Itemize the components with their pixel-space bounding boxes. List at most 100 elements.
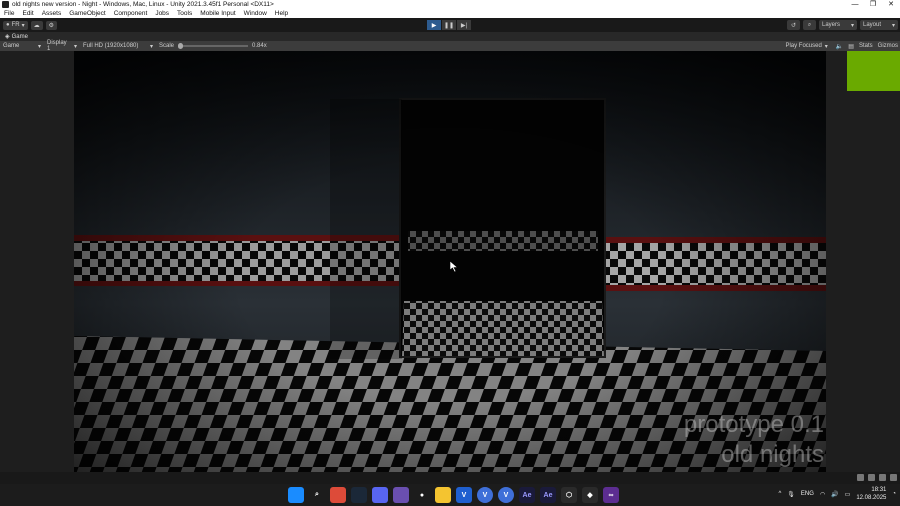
play-button[interactable]: ▶ [427, 20, 441, 30]
game-view-controls: Game ▾ Display 1 ▾ Full HD (1920x1080) ▾… [0, 40, 900, 52]
chevron-down-icon: ▾ [73, 43, 77, 50]
mute-audio-icon[interactable]: 🔈 [836, 43, 843, 50]
layout-dropdown[interactable]: Layout ▾ [860, 20, 898, 30]
cloud-icon: ☁ [33, 22, 40, 29]
battery-icon[interactable]: ▭ [845, 491, 851, 498]
wifi-icon[interactable]: ◠ [820, 491, 825, 498]
scale-slider-handle[interactable] [178, 43, 184, 49]
window-controls: — ❐ ✕ [846, 0, 900, 9]
menu-file[interactable]: File [0, 10, 18, 17]
view-select[interactable]: Game ▾ [0, 43, 44, 50]
console-warning-icon[interactable] [857, 474, 864, 481]
visual-studio-icon[interactable]: ∞ [603, 487, 619, 503]
main-toolbar: ● FR ▾ ☁ ⚙ ▶ ❚❚ ▶| ↺ ⌕ Layers ▾ Layout ▾ [0, 18, 900, 32]
windows-start-icon[interactable] [288, 487, 304, 503]
windows-taskbar: ⌕ ● V V V Ae Ae ⬡ ◆ ∞ ^ 🎙 ENG ◠ 🔊 ▭ 18:3… [0, 484, 900, 506]
clock[interactable]: 18:31 12.08.2025 [856, 486, 886, 502]
v-app-icon-1[interactable]: V [477, 487, 493, 503]
status-icons [857, 474, 897, 481]
title-bar: old nights new version - Night - Windows… [0, 0, 900, 9]
stats-toggle[interactable]: Stats [859, 43, 873, 49]
restore-button[interactable]: ❐ [864, 0, 882, 9]
play-mode-value: Play Focused [785, 43, 822, 49]
game-view-options: Play Focused ▾ 🔈 ▤ Stats Gizmos [782, 41, 898, 51]
tab-game-label: Game [11, 33, 28, 40]
history-button[interactable]: ↺ [787, 20, 800, 30]
chevron-up-icon[interactable]: ^ [778, 491, 781, 497]
step-button[interactable]: ▶| [457, 20, 471, 30]
discord-icon[interactable] [372, 487, 388, 503]
menu-mobile-input[interactable]: Mobile Input [196, 10, 239, 17]
menu-edit[interactable]: Edit [18, 10, 37, 17]
microphone-icon[interactable]: 🎙 [787, 491, 795, 498]
steam-icon[interactable] [351, 487, 367, 503]
color-swatch [847, 51, 900, 91]
resolution-select[interactable]: Full HD (1920x1080) ▾ [80, 43, 156, 50]
taskbar-apps: ⌕ ● V V V Ae Ae ⬡ ◆ ∞ [288, 487, 619, 503]
debug-mode-icon[interactable] [879, 474, 886, 481]
gizmos-toggle[interactable]: Gizmos [878, 43, 898, 49]
minimize-button[interactable]: — [846, 0, 864, 9]
menu-tools[interactable]: Tools [173, 10, 196, 17]
unity-icon[interactable]: ◆ [582, 487, 598, 503]
play-controls: ▶ ❚❚ ▶| [427, 20, 471, 30]
chrome-icon[interactable] [330, 487, 346, 503]
view-select-value: Game [3, 43, 20, 49]
unity-hub-icon[interactable]: ⬡ [561, 487, 577, 503]
menu-component[interactable]: Component [110, 10, 152, 17]
chevron-down-icon: ▾ [824, 43, 828, 50]
after-effects-icon-2[interactable]: Ae [540, 487, 556, 503]
cache-server-icon[interactable] [868, 474, 875, 481]
aspect-icon[interactable]: ▤ [848, 43, 854, 50]
resolution-select-value: Full HD (1920x1080) [83, 43, 139, 49]
scale-label: Scale [159, 43, 175, 49]
account-icon: ● [6, 22, 10, 28]
toolbar-right: ↺ ⌕ Layers ▾ Layout ▾ [787, 20, 898, 30]
clock-time: 18:31 [871, 487, 887, 493]
tab-game[interactable]: ◈ Game [0, 32, 33, 41]
history-icon: ↺ [790, 22, 797, 29]
pause-icon: ❚❚ [443, 22, 455, 29]
pause-button[interactable]: ❚❚ [442, 20, 456, 30]
scale-value: 0.84x [252, 43, 267, 49]
clock-date: 12.08.2025 [856, 495, 887, 501]
unity-logo-icon [2, 1, 9, 8]
scale-slider[interactable] [178, 43, 249, 49]
vegas-icon[interactable]: V [456, 487, 472, 503]
system-tray: ^ 🎙 ENG ◠ 🔊 ▭ 18:31 12.08.2025 ◔ [778, 486, 896, 502]
search-button[interactable]: ⌕ [803, 20, 816, 30]
search-icon[interactable]: ⌕ [309, 487, 325, 503]
window-title: old nights new version - Night - Windows… [12, 1, 274, 8]
dot-app-icon[interactable]: ● [414, 487, 430, 503]
chevron-down-icon: ▾ [37, 43, 41, 50]
notification-icon[interactable]: ◔ [892, 491, 896, 497]
menu-bar: File Edit Assets GameObject Component Jo… [0, 9, 900, 18]
menu-gameobject[interactable]: GameObject [65, 10, 110, 17]
collab-button[interactable]: ⚙ [45, 20, 58, 30]
language-indicator[interactable]: ENG [801, 491, 814, 497]
progress-icon[interactable] [890, 474, 897, 481]
account-button[interactable]: ● FR ▾ [3, 20, 28, 30]
status-bar [0, 472, 900, 484]
close-button[interactable]: ✕ [882, 0, 900, 9]
chevron-down-icon: ▾ [21, 22, 25, 29]
menu-help[interactable]: Help [271, 10, 292, 17]
after-effects-icon-1[interactable]: Ae [519, 487, 535, 503]
layout-label: Layout [863, 22, 882, 28]
prototype-label: prototype 0.1 [683, 411, 824, 438]
layers-label: Layers [822, 22, 841, 28]
menu-window[interactable]: Window [240, 10, 271, 17]
v-app-icon-2[interactable]: V [498, 487, 514, 503]
chevron-down-icon: ▾ [891, 22, 895, 29]
menu-jobs[interactable]: Jobs [151, 10, 173, 17]
layers-dropdown[interactable]: Layers ▾ [819, 20, 857, 30]
volume-icon[interactable]: 🔊 [831, 491, 838, 498]
chevron-down-icon: ▾ [850, 22, 854, 29]
play-mode-select[interactable]: Play Focused ▾ [782, 43, 830, 50]
cloud-button[interactable]: ☁ [30, 20, 43, 30]
gamepad-icon: ◈ [5, 34, 10, 40]
menu-assets[interactable]: Assets [38, 10, 66, 17]
cat-app-icon[interactable] [393, 487, 409, 503]
mouse-cursor-icon [450, 261, 458, 272]
file-explorer-icon[interactable] [435, 487, 451, 503]
